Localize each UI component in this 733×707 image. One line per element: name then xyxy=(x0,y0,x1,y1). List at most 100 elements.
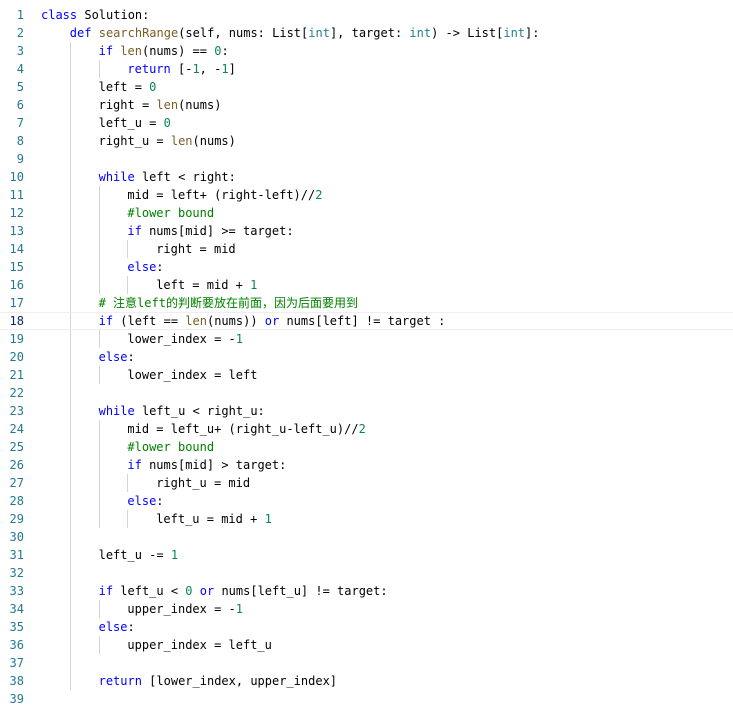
code-line[interactable]: 15 else: xyxy=(0,258,733,276)
code-line[interactable]: 25 #lower bound xyxy=(0,438,733,456)
code-line[interactable]: 14 right = mid xyxy=(0,240,733,258)
code-line[interactable]: 20 else: xyxy=(0,348,733,366)
code-token: int xyxy=(409,26,432,40)
code-text: while left < right: xyxy=(99,168,236,186)
code-lines[interactable]: 1 class Solution: 2 def searchRange(self, n… xyxy=(0,6,733,707)
code-editor[interactable]: 1 class Solution: 2 def searchRange(self, n… xyxy=(0,0,733,707)
code-token: 1 xyxy=(170,548,179,562)
code-token: return xyxy=(98,674,142,688)
indent-guide xyxy=(127,474,129,492)
code-line[interactable]: 13 if nums[mid] >= target: xyxy=(0,222,733,240)
code-line[interactable]: 21 lower_index = left xyxy=(0,366,733,384)
code-text: def searchRange(self, nums: List[int], t… xyxy=(70,24,540,42)
line-number: 12 xyxy=(9,206,24,220)
code-line[interactable]: 16 left = mid + 1 xyxy=(0,276,733,294)
code-text: mid = left_u+ (right_u-left_u)//2 xyxy=(127,420,365,438)
line-number: 13 xyxy=(9,224,24,238)
code-token: # 注意left的判断要放在前面，因为后面要用到 xyxy=(98,296,358,310)
indent-guide xyxy=(69,222,71,240)
code-token: left_u -= xyxy=(98,548,171,562)
indent-guide xyxy=(98,438,100,456)
line-number: 32 xyxy=(9,566,24,580)
indent-guide xyxy=(98,258,100,276)
code-line[interactable]: 11 mid = left+ (right-left)//2 xyxy=(0,186,733,204)
code-token: while xyxy=(98,404,135,418)
indent-guide xyxy=(69,474,71,492)
code-line[interactable]: 24 mid = left_u+ (right_u-left_u)//2 xyxy=(0,420,733,438)
code-line[interactable]: 23 while left_u < right_u: xyxy=(0,402,733,420)
code-line[interactable]: 12 #lower bound xyxy=(0,204,733,222)
code-text: return [-1, -1] xyxy=(127,60,235,78)
line-number: 34 xyxy=(9,602,24,616)
code-token: (nums) xyxy=(178,98,222,112)
line-number: 28 xyxy=(9,494,24,508)
code-line[interactable]: 22 xyxy=(0,384,733,402)
code-token: if xyxy=(127,224,142,238)
code-line[interactable]: 33 if left_u < 0 or nums[left_u] != targe… xyxy=(0,582,733,600)
code-line[interactable]: 35 else: xyxy=(0,618,733,636)
indent-guide xyxy=(98,456,100,474)
code-line[interactable]: 32 xyxy=(0,564,733,582)
code-token: len xyxy=(156,98,179,112)
code-token: left = mid + xyxy=(156,278,251,292)
line-number: 39 xyxy=(9,692,24,706)
indent-guide xyxy=(69,654,71,672)
indent-guide xyxy=(127,276,129,294)
code-line[interactable]: 29 left_u = mid + 1 xyxy=(0,510,733,528)
indent-guide xyxy=(69,384,71,402)
code-token: nums[mid] > target: xyxy=(141,458,287,472)
line-number: 11 xyxy=(9,188,24,202)
line-number: 8 xyxy=(16,134,24,148)
indent-guide xyxy=(98,222,100,240)
code-line[interactable]: 5 left = 0 xyxy=(0,78,733,96)
code-line[interactable]: 10 while left < right: xyxy=(0,168,733,186)
line-number: 35 xyxy=(9,620,24,634)
indent-guide xyxy=(98,420,100,438)
code-token: nums[left_u] != target: xyxy=(214,584,388,598)
code-line[interactable]: 18 if (left == len(nums)) or nums[left] !… xyxy=(0,312,733,330)
code-token: right = xyxy=(98,98,157,112)
code-line[interactable]: 31 left_u -= 1 xyxy=(0,546,733,564)
code-line[interactable]: 37 xyxy=(0,654,733,672)
code-token: 0 xyxy=(163,116,171,130)
code-line[interactable]: 39 xyxy=(0,690,733,707)
code-text: upper_index = -1 xyxy=(127,600,243,618)
indent-guide xyxy=(69,510,71,528)
code-line[interactable]: 1 class Solution: xyxy=(0,6,733,24)
code-token: while xyxy=(98,170,135,184)
code-line[interactable]: 26 if nums[mid] > target: xyxy=(0,456,733,474)
line-number: 21 xyxy=(9,368,24,382)
code-token: ]: xyxy=(525,26,540,40)
indent-guide xyxy=(98,474,100,492)
code-line[interactable]: 8 right_u = len(nums) xyxy=(0,132,733,150)
code-line[interactable]: 28 else: xyxy=(0,492,733,510)
indent-guide xyxy=(69,186,71,204)
code-token: 2 xyxy=(315,188,323,202)
code-line[interactable]: 30 xyxy=(0,528,733,546)
code-text: left_u = 0 xyxy=(99,114,171,132)
code-line[interactable]: 36 upper_index = left_u xyxy=(0,636,733,654)
indent-guide xyxy=(69,636,71,654)
indent-guide xyxy=(98,492,100,510)
code-line[interactable]: 17 # 注意left的判断要放在前面，因为后面要用到 xyxy=(0,294,733,312)
code-line[interactable]: 6 right = len(nums) xyxy=(0,96,733,114)
code-line[interactable]: 19 lower_index = -1 xyxy=(0,330,733,348)
code-text: right_u = mid xyxy=(156,474,250,492)
indent-guide xyxy=(98,60,100,78)
code-line[interactable]: 38 return [lower_index, upper_index] xyxy=(0,672,733,690)
code-token: 1 xyxy=(264,512,272,526)
code-line[interactable]: 4 return [-1, -1] xyxy=(0,60,733,78)
code-line[interactable]: 7 left_u = 0 xyxy=(0,114,733,132)
code-line[interactable]: 2 def searchRange(self, nums: List[int], … xyxy=(0,24,733,42)
code-text: if nums[mid] > target: xyxy=(127,456,286,474)
code-line[interactable]: 34 upper_index = -1 xyxy=(0,600,733,618)
code-line[interactable]: 27 right_u = mid xyxy=(0,474,733,492)
code-token: if xyxy=(98,314,114,328)
code-line[interactable]: 9 xyxy=(0,150,733,168)
code-token: upper_index = left_u xyxy=(127,638,272,652)
code-token: : xyxy=(221,44,229,58)
code-line[interactable]: 3 if len(nums) == 0: xyxy=(0,42,733,60)
indent-guide xyxy=(98,240,100,258)
indent-guide xyxy=(69,348,71,366)
